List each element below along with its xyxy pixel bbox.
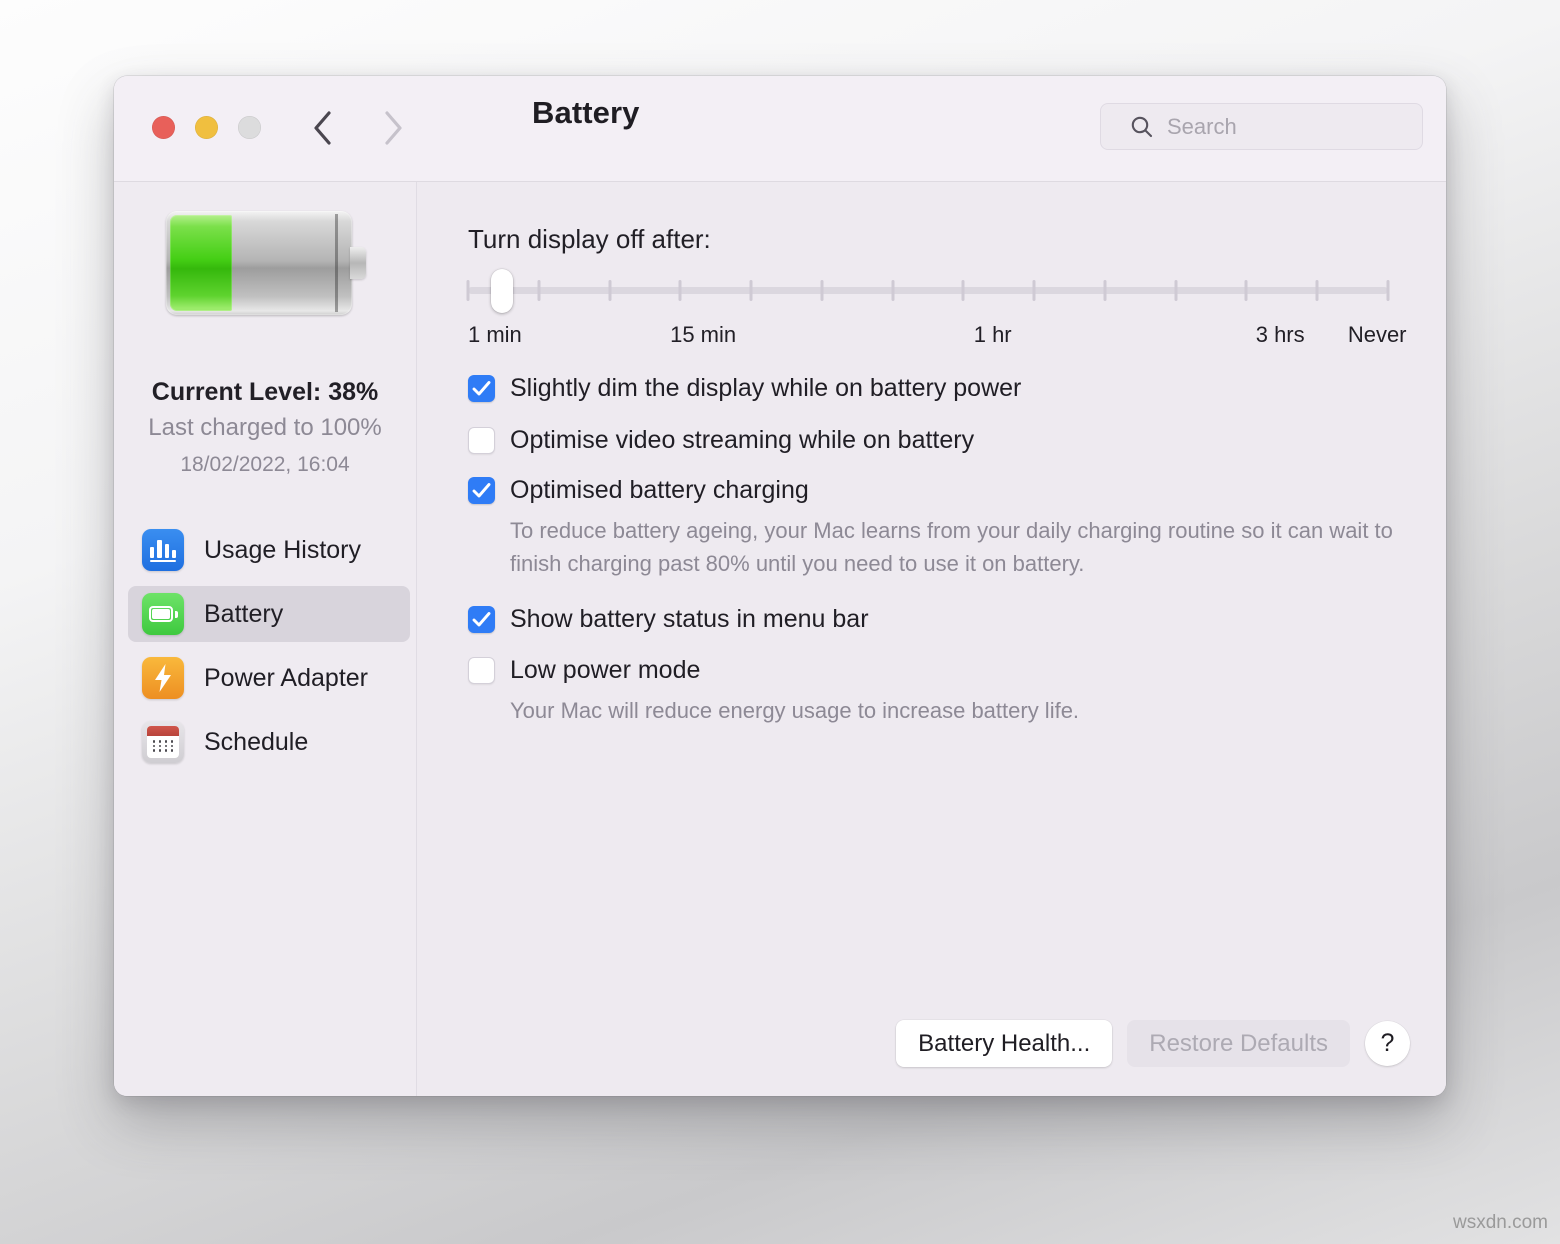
slider-tick-label: 3 hrs [1256, 322, 1305, 348]
sidebar-item-label: Schedule [204, 728, 308, 757]
last-charged-date: 18/02/2022, 16:04 [114, 453, 416, 477]
slider-tick [820, 280, 823, 301]
slider-ticks [468, 280, 1388, 301]
system-preferences-window: Battery Current Level: 38% Last charged … [114, 76, 1446, 1096]
restore-defaults-button: Restore Defaults [1127, 1020, 1350, 1067]
minimise-button[interactable] [195, 116, 218, 139]
slider-tick [608, 280, 611, 301]
checkbox-checked[interactable] [468, 375, 495, 402]
close-button[interactable] [152, 116, 175, 139]
slider-tick [467, 280, 470, 301]
checkbox-unchecked[interactable] [468, 657, 495, 684]
checkbox-checked[interactable] [468, 477, 495, 504]
option-label: Slightly dim the display while on batter… [510, 374, 1021, 402]
search-field[interactable] [1100, 103, 1423, 150]
option-label: Optimise video streaming while on batter… [510, 426, 974, 454]
slider-tick-label: Never [1348, 322, 1407, 348]
battery-icon [142, 593, 184, 635]
slider-tick-label: 1 hr [974, 322, 1012, 348]
option-slightly-dim-display[interactable]: Slightly dim the display while on batter… [468, 375, 1406, 402]
window-titlebar: Battery [114, 76, 1446, 182]
slider-tick [1033, 280, 1036, 301]
slider-tick [1387, 280, 1390, 301]
slider-tick [1174, 280, 1177, 301]
battery-terminal [350, 247, 366, 279]
option-show-battery-status-menu-bar[interactable]: Show battery status in menu bar [468, 606, 1406, 633]
slider-tick [679, 280, 682, 301]
checkbox-checked[interactable] [468, 606, 495, 633]
battery-body [166, 211, 352, 315]
option-optimise-video-streaming[interactable]: Optimise video streaming while on batter… [468, 427, 1406, 454]
battery-illustration [166, 211, 366, 315]
slider-tick [750, 280, 753, 301]
schedule-icon [142, 721, 184, 763]
sidebar-item-label: Usage History [204, 536, 361, 565]
option-optimised-battery-charging[interactable]: Optimised battery charging [468, 477, 1406, 504]
slider-tick [1316, 280, 1319, 301]
sidebar-item-label: Battery [204, 600, 283, 629]
window-body: Current Level: 38% Last charged to 100% … [114, 182, 1446, 1096]
option-description: To reduce battery ageing, your Mac learn… [510, 514, 1406, 580]
content-pane: Turn display off after: 1 min 15 min 1 hr 3… [417, 182, 1446, 1096]
turn-display-off-label: Turn display off after: [468, 224, 711, 255]
battery-health-button[interactable]: Battery Health... [896, 1020, 1112, 1067]
option-label: Low power mode [510, 656, 700, 684]
help-button[interactable]: ? [1365, 1021, 1410, 1066]
slider-thumb[interactable] [491, 269, 513, 313]
slider-tick [1245, 280, 1248, 301]
options-list: Slightly dim the display while on batter… [468, 375, 1406, 727]
turn-display-off-slider[interactable] [468, 274, 1388, 308]
battery-rib [335, 214, 338, 312]
sidebar-item-usage-history[interactable]: Usage History [128, 522, 410, 578]
traffic-light-group [152, 116, 261, 139]
navigation-buttons [312, 108, 404, 148]
search-icon [1129, 114, 1155, 140]
zoom-button [238, 116, 261, 139]
battery-charge-fill [170, 215, 232, 311]
slider-tick-label: 1 min [468, 322, 522, 348]
page-title: Battery [532, 95, 640, 131]
power-adapter-icon [142, 657, 184, 699]
slider-tick [537, 280, 540, 301]
sidebar-nav-list: Usage History Battery Power Adapter [128, 522, 410, 778]
sidebar: Current Level: 38% Last charged to 100% … [114, 182, 417, 1096]
slider-tick-label: 15 min [670, 322, 736, 348]
forward-chevron-icon [382, 108, 404, 148]
slider-tick [1103, 280, 1106, 301]
option-low-power-mode[interactable]: Low power mode [468, 657, 1406, 684]
current-level-label: Current Level: 38% [114, 378, 416, 407]
slider-tick [962, 280, 965, 301]
sidebar-item-schedule[interactable]: Schedule [128, 714, 410, 770]
search-input[interactable] [1165, 113, 1410, 141]
watermark: wsxdn.com [1453, 1212, 1548, 1234]
usage-history-icon [142, 529, 184, 571]
footer-buttons: Battery Health... Restore Defaults ? [896, 1020, 1410, 1067]
sidebar-item-battery[interactable]: Battery [128, 586, 410, 642]
sidebar-item-power-adapter[interactable]: Power Adapter [128, 650, 410, 706]
sidebar-item-label: Power Adapter [204, 664, 368, 693]
last-charged-label: Last charged to 100% [114, 414, 416, 442]
checkbox-unchecked[interactable] [468, 427, 495, 454]
slider-tick-labels: 1 min 15 min 1 hr 3 hrs Never [468, 322, 1408, 352]
back-chevron-icon[interactable] [312, 108, 334, 148]
option-label: Optimised battery charging [510, 476, 809, 504]
slider-tick [891, 280, 894, 301]
option-description: Your Mac will reduce energy usage to inc… [510, 694, 1406, 727]
option-label: Show battery status in menu bar [510, 605, 869, 633]
